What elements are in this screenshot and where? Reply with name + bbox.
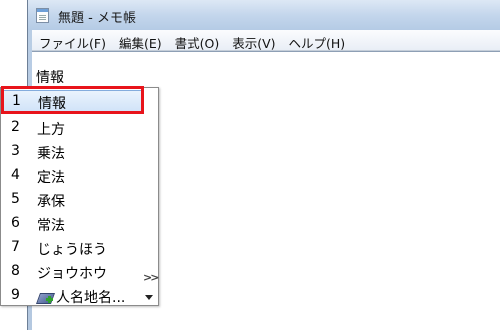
candidate-item[interactable]: 9 人名地名... bbox=[1, 284, 146, 308]
menu-bar: ファイル(F) 編集(E) 書式(O) 表示(V) ヘルプ(H) bbox=[32, 30, 500, 51]
candidate-word: じょうほう bbox=[37, 242, 107, 258]
candidate-number: 8 bbox=[11, 263, 20, 279]
dictionary-book-icon bbox=[35, 290, 56, 304]
expand-candidates-icon[interactable]: >> bbox=[143, 271, 160, 284]
candidate-word: 承保 bbox=[37, 194, 65, 210]
candidate-item[interactable]: 3 乗法 bbox=[1, 140, 146, 164]
candidate-number: 9 bbox=[11, 287, 20, 303]
menu-help[interactable]: ヘルプ(H) bbox=[282, 30, 352, 52]
candidate-word: 上方 bbox=[37, 122, 65, 138]
scroll-down-icon[interactable] bbox=[143, 291, 155, 303]
candidate-word: 定法 bbox=[37, 170, 65, 186]
candidate-item[interactable]: 7 じょうほう bbox=[1, 236, 146, 260]
candidate-number: 2 bbox=[11, 119, 20, 135]
candidate-word: 常法 bbox=[37, 218, 65, 234]
editor-text: 情報 bbox=[36, 70, 64, 86]
menu-file[interactable]: ファイル(F) bbox=[32, 30, 112, 52]
candidate-number: 6 bbox=[11, 215, 20, 231]
candidate-word: 乗法 bbox=[37, 146, 65, 162]
candidate-number: 3 bbox=[11, 143, 20, 159]
candidate-item[interactable]: 1 情報 bbox=[3, 90, 143, 114]
candidate-number: 1 bbox=[12, 93, 21, 109]
candidate-item[interactable]: 8 ジョウホウ bbox=[1, 260, 146, 284]
menu-format[interactable]: 書式(O) bbox=[168, 30, 226, 52]
candidate-item[interactable]: 6 常法 bbox=[1, 212, 146, 236]
candidate-word: 人名地名... bbox=[56, 290, 126, 306]
candidate-word: ジョウホウ bbox=[37, 266, 107, 282]
candidate-number: 7 bbox=[11, 239, 20, 255]
candidate-word: 情報 bbox=[38, 96, 66, 112]
notepad-app-icon[interactable] bbox=[36, 8, 49, 23]
candidate-word-with-icon: 人名地名... bbox=[35, 287, 126, 307]
menu-view[interactable]: 表示(V) bbox=[225, 30, 281, 52]
candidate-item[interactable]: 5 承保 bbox=[1, 188, 146, 212]
candidate-item[interactable]: 4 定法 bbox=[1, 164, 146, 188]
menu-edit[interactable]: 編集(E) bbox=[112, 30, 168, 52]
title-bar[interactable]: 無題 - メモ帳 bbox=[28, 0, 500, 30]
candidate-number: 4 bbox=[11, 167, 20, 183]
ime-candidate-list: 1 情報 2 上方 3 乗法 4 定法 5 承保 6 常法 7 じょうほう 8 … bbox=[0, 87, 159, 306]
window-title: 無題 - メモ帳 bbox=[58, 11, 136, 26]
candidate-item[interactable]: 2 上方 bbox=[1, 116, 146, 140]
candidate-number: 5 bbox=[11, 191, 20, 207]
